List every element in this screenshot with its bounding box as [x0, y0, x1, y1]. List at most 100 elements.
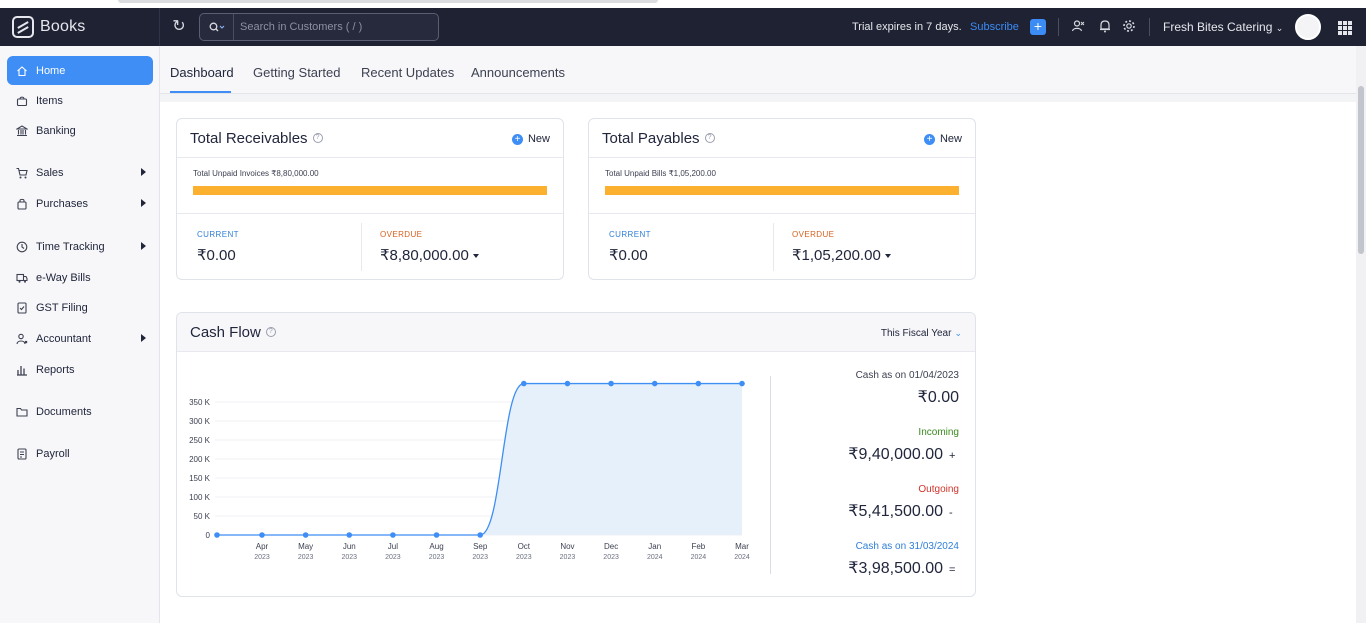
tab-announcements[interactable]: Announcements [471, 65, 565, 80]
search-input[interactable] [234, 21, 438, 33]
tab-recent-updates[interactable]: Recent Updates [361, 65, 454, 80]
caret-down-icon[interactable] [884, 254, 891, 259]
active-tab-indicator [170, 91, 231, 93]
y-tick-label: 0 [206, 531, 211, 540]
x-tick-year: 2023 [472, 554, 488, 561]
scrollbar-thumb[interactable] [1358, 86, 1364, 254]
sidebar-item-sales[interactable]: Sales [7, 158, 153, 187]
caret-right-icon [141, 168, 146, 176]
sidebar-item-banking[interactable]: Banking [7, 116, 153, 145]
divider [770, 376, 771, 574]
x-tick-label: Feb [691, 542, 705, 551]
sidebar-item-label: Documents [36, 405, 92, 418]
x-tick-year: 2023 [298, 554, 314, 561]
data-point [214, 532, 220, 538]
sidebar-item-documents[interactable]: Documents [7, 397, 153, 426]
cash-flow-chart: 0 50 K 100 K 150 K 200 K 250 K 300 K 350 K Apr 20… [189, 380, 750, 561]
stat-amount: ₹3,98,500.00 [848, 560, 943, 577]
minus-operator: - [949, 507, 953, 519]
chevron-down-icon: ⌄ [954, 328, 962, 338]
refresh-icon[interactable]: ↻ [170, 18, 188, 36]
y-tick-label: 350 K [189, 398, 211, 407]
clock-icon [15, 240, 29, 254]
search-icon[interactable] [200, 14, 234, 40]
overdue-value[interactable]: ₹1,05,200.00 [792, 246, 891, 264]
apps-grid-icon[interactable] [1338, 21, 1352, 35]
help-icon[interactable]: ? [312, 133, 323, 143]
period-selector[interactable]: This Fiscal Year ⌄ [881, 328, 962, 339]
search-box[interactable] [199, 13, 439, 41]
chevron-down-icon: ⌄ [1275, 23, 1284, 33]
overdue-label: OVERDUE [792, 230, 835, 239]
overdue-amount: ₹8,80,000.00 [380, 247, 469, 264]
data-point [651, 380, 658, 387]
sidebar-item-accountant[interactable]: Accountant [7, 324, 153, 353]
bell-icon[interactable] [1097, 19, 1113, 35]
sidebar-item-home[interactable]: Home [7, 56, 153, 85]
header-divider [1058, 18, 1059, 36]
sidebar-item-items[interactable]: Items [7, 86, 153, 115]
help-icon[interactable]: ? [265, 327, 276, 337]
x-tick-year: 2024 [691, 554, 707, 561]
books-logo-icon [12, 16, 34, 38]
y-tick-label: 100 K [189, 493, 211, 502]
sidebar-item-reports[interactable]: Reports [7, 355, 153, 384]
tab-dashboard[interactable]: Dashboard [170, 65, 234, 80]
basket-icon [15, 94, 29, 108]
stat-value: ₹0.00 [856, 387, 959, 407]
subscribe-link[interactable]: Subscribe [970, 21, 1019, 33]
x-tick-label: Apr [256, 542, 269, 551]
y-tick-label: 250 K [189, 436, 211, 445]
org-name: Fresh Bites Catering [1163, 20, 1273, 34]
overdue-amount: ₹1,05,200.00 [792, 247, 881, 264]
divider [177, 213, 563, 214]
x-tick-label: Jan [648, 542, 661, 551]
sidebar-item-payroll[interactable]: Payroll [7, 439, 153, 468]
new-invoice-button[interactable]: + New [511, 133, 550, 145]
x-tick-label: Aug [429, 542, 443, 551]
data-point [695, 380, 702, 387]
page-scrollbar[interactable] [1356, 46, 1366, 623]
x-tick-year: 2023 [560, 554, 576, 561]
avatar[interactable] [1295, 14, 1321, 40]
data-point [346, 532, 353, 538]
quick-create-button[interactable]: + [1030, 19, 1046, 35]
x-tick-year: 2023 [385, 554, 401, 561]
brand[interactable]: Books [0, 8, 160, 46]
data-point [564, 380, 571, 387]
sidebar-item-gst-filing[interactable]: GST Filing [7, 293, 153, 322]
overdue-value[interactable]: ₹8,80,000.00 [380, 246, 479, 264]
help-icon[interactable]: ? [704, 133, 715, 143]
header-divider [1149, 18, 1150, 36]
stat-value: ₹5,41,500.00- [848, 501, 959, 521]
overdue-label: OVERDUE [380, 230, 423, 239]
current-value[interactable]: ₹0.00 [609, 246, 648, 264]
sidebar: Home Items Banking Sales Purchases Time … [0, 46, 160, 623]
top-header: Books ↻ Trial expires in 7 days. Subscri… [0, 8, 1366, 46]
payables-card: Total Payables ? + New Total Unpaid Bills… [588, 118, 976, 280]
y-tick-label: 50 K [194, 512, 211, 521]
gear-icon[interactable] [1121, 19, 1137, 35]
new-bill-button[interactable]: + New [923, 133, 962, 145]
sidebar-item-eway-bills[interactable]: e-Way Bills [7, 263, 153, 292]
x-tick-label: Sep [473, 542, 488, 551]
users-icon[interactable] [1070, 19, 1086, 35]
dashboard-tabs: Dashboard Getting Started Recent Updates… [160, 46, 1356, 94]
x-tick-label: Oct [518, 542, 531, 551]
sidebar-item-time-tracking[interactable]: Time Tracking [7, 232, 153, 261]
current-value[interactable]: ₹0.00 [197, 246, 236, 264]
cash-incoming: Incoming ₹9,40,000.00 + [848, 427, 959, 464]
person-icon [15, 332, 29, 346]
stat-label: Cash as on 01/04/2023 [855, 370, 959, 381]
truck-icon [15, 271, 29, 285]
card-header: Total Receivables ? + New [177, 119, 563, 158]
card-title: Total Receivables [190, 129, 308, 147]
sidebar-item-purchases[interactable]: Purchases [7, 189, 153, 218]
receivables-card: Total Receivables ? + New Total Unpaid In… [176, 118, 564, 280]
bar-chart-icon [15, 363, 29, 377]
tab-getting-started[interactable]: Getting Started [253, 65, 340, 80]
caret-down-icon[interactable] [472, 254, 479, 259]
sidebar-item-label: Home [36, 64, 66, 77]
org-switcher[interactable]: Fresh Bites Catering ⌄ [1163, 20, 1283, 34]
sidebar-item-label: Items [36, 94, 63, 107]
